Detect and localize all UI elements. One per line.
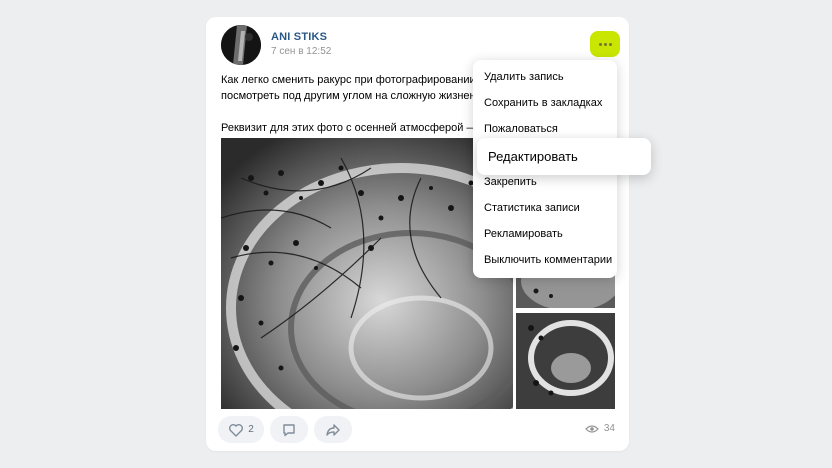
share-icon	[326, 423, 340, 436]
views-counter: 34	[585, 423, 615, 434]
menu-item-edit[interactable]: Редактировать	[477, 138, 651, 175]
like-count: 2	[248, 424, 254, 435]
menu-item-edit-label: Редактировать	[488, 149, 578, 164]
menu-item-stats[interactable]: Статистика записи	[484, 202, 580, 214]
more-icon	[598, 42, 602, 46]
post-photo-main[interactable]	[221, 138, 513, 409]
menu-item-report[interactable]: Пожаловаться	[484, 123, 558, 135]
comment-icon	[283, 423, 295, 436]
share-button[interactable]	[314, 416, 352, 443]
comment-button[interactable]	[270, 416, 308, 443]
like-icon	[229, 423, 244, 437]
more-icon-dot	[603, 42, 607, 46]
menu-item-advertise[interactable]: Рекламировать	[484, 228, 563, 240]
menu-item-disable-comments[interactable]: Выключить комментарии	[484, 254, 612, 266]
post-photo-side[interactable]	[516, 313, 615, 409]
post-date[interactable]: 7 сен в 12:52	[271, 46, 331, 57]
avatar[interactable]	[221, 25, 261, 65]
menu-item-delete[interactable]: Удалить запись	[484, 71, 564, 83]
like-button[interactable]: 2	[218, 416, 264, 443]
menu-item-pin[interactable]: Закрепить	[484, 176, 537, 188]
views-count: 34	[603, 423, 615, 434]
more-button[interactable]	[590, 31, 620, 57]
more-icon-dot	[608, 42, 612, 46]
post-actions: 2	[218, 416, 352, 443]
author-name[interactable]: ANI STIKS	[271, 31, 327, 43]
menu-item-bookmark[interactable]: Сохранить в закладках	[484, 97, 602, 109]
eye-icon	[585, 424, 599, 433]
